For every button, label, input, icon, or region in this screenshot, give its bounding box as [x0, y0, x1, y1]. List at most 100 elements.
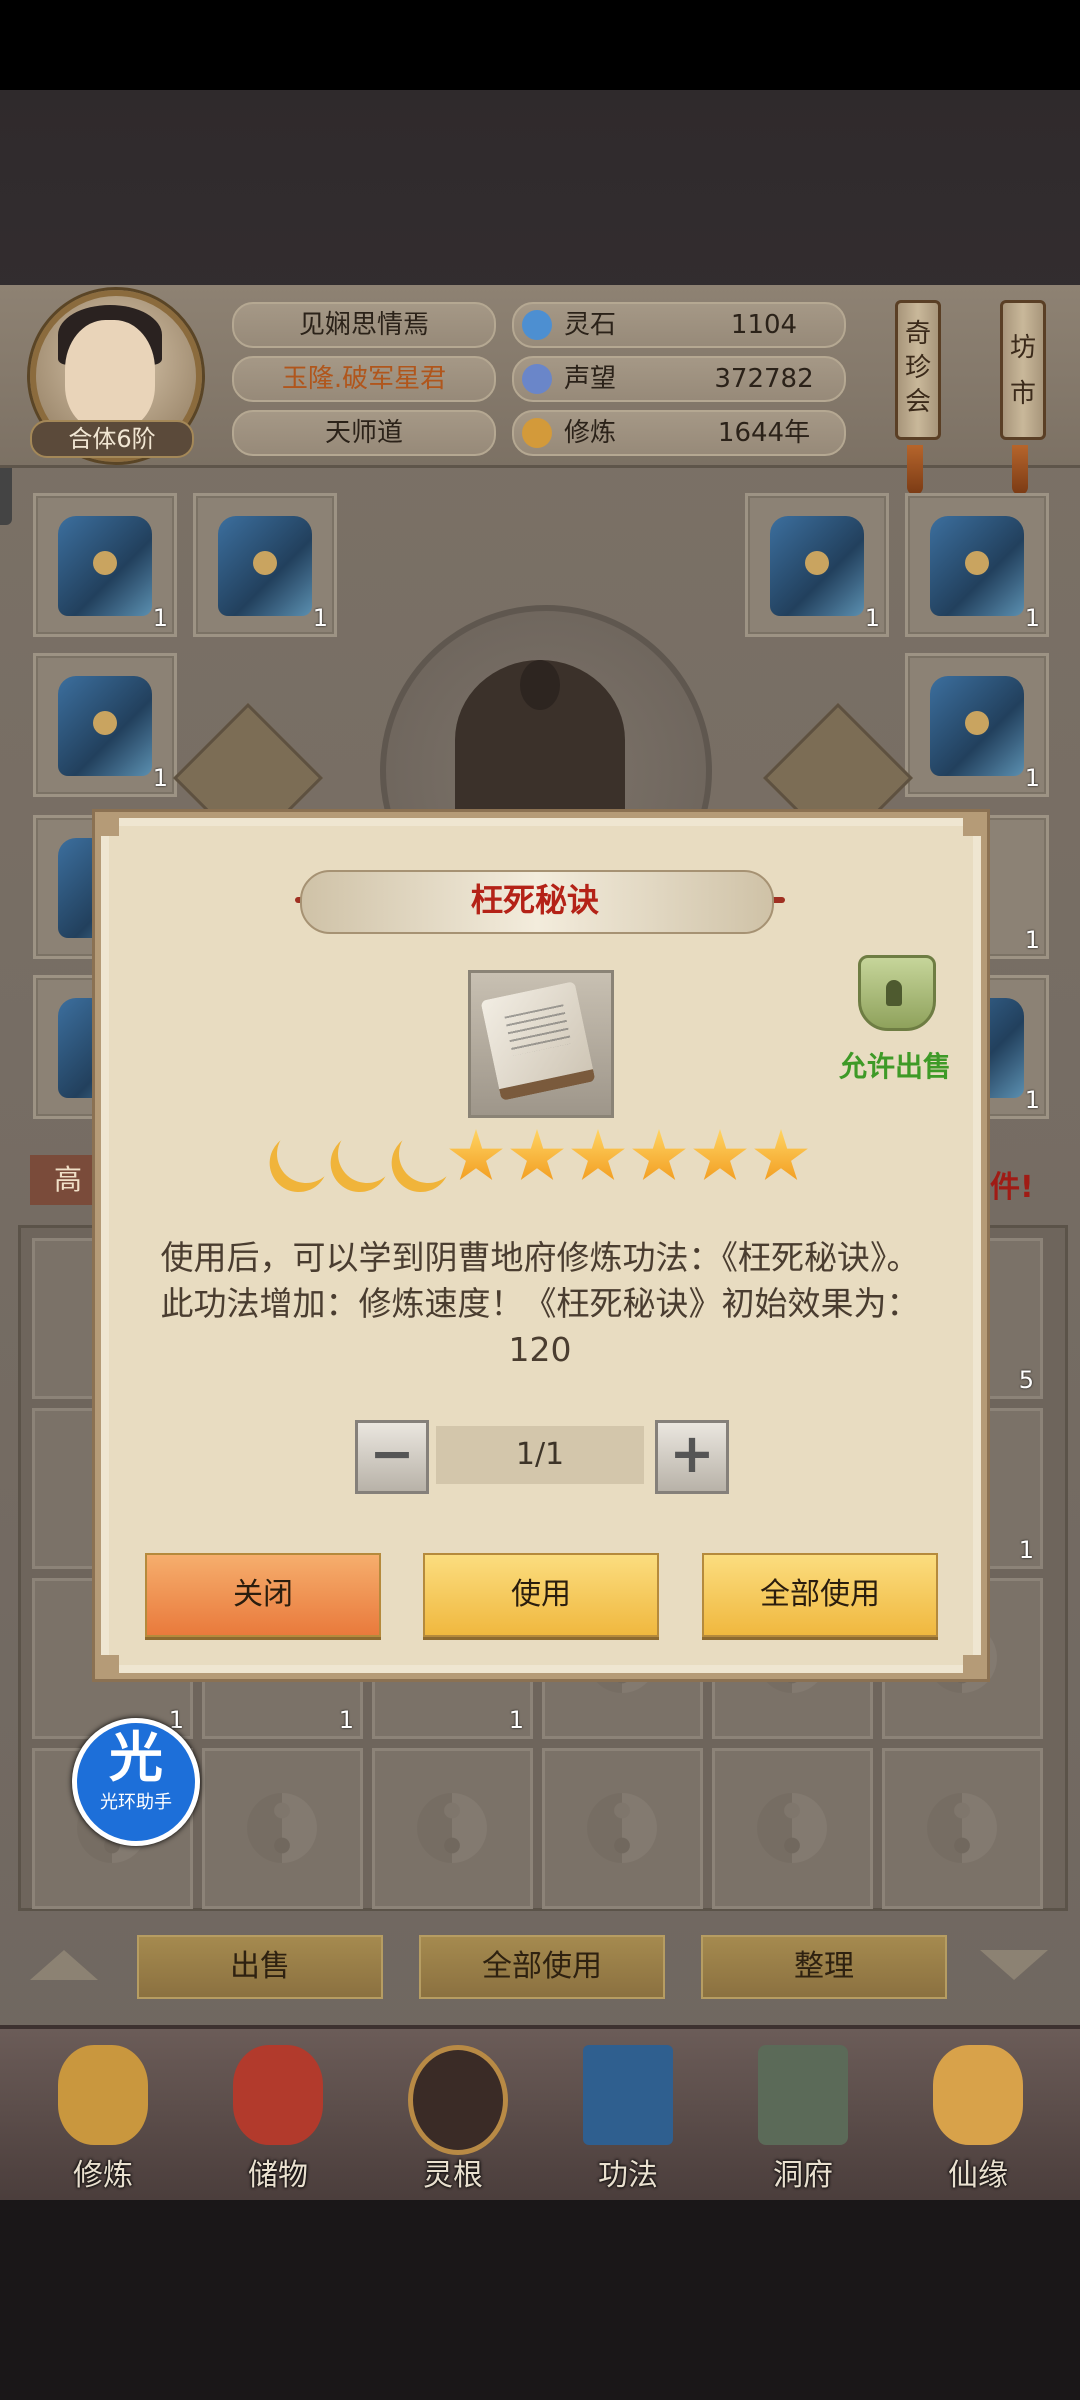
item-count: 1 — [312, 604, 328, 632]
nav-immortal-fate[interactable]: 仙缘 — [908, 2035, 1048, 2195]
equip-slot[interactable]: 1 — [193, 493, 337, 637]
close-button[interactable]: 关闭 — [145, 1553, 381, 1637]
inventory-slot-empty[interactable] — [202, 1748, 363, 1909]
keyhole — [886, 980, 902, 1006]
item-count: 1 — [508, 1706, 524, 1734]
market-scroll[interactable]: 坊市 — [1000, 300, 1046, 440]
stat-prestige: 声望 372782 — [512, 356, 846, 402]
corner-ornament — [963, 814, 985, 836]
item-count: 1 — [1024, 764, 1040, 792]
inventory-slot-empty[interactable] — [882, 1748, 1043, 1909]
meditation-icon — [522, 418, 552, 448]
immortal-fate-icon — [933, 2045, 1023, 2145]
nav-cave-dwelling[interactable]: 洞府 — [733, 2035, 873, 2195]
armor-icon — [930, 676, 1024, 776]
player-title: 玉隆.破军星君 — [232, 356, 496, 402]
nav-label: 灵根 — [423, 2158, 483, 2193]
tassel — [907, 445, 923, 495]
scroll-up-arrow-icon[interactable] — [30, 1950, 98, 1980]
item-count: 1 — [1024, 926, 1040, 954]
armor-icon — [58, 676, 152, 776]
item-count: 1 — [864, 604, 880, 632]
inventory-slot-empty[interactable] — [712, 1748, 873, 1909]
use-all-button[interactable]: 全部使用 — [702, 1553, 938, 1637]
bottom-black-band — [0, 2200, 1080, 2400]
cultivation-icon — [58, 2045, 148, 2145]
inventory-slot-empty[interactable] — [542, 1748, 703, 1909]
yin-yang-icon — [247, 1793, 317, 1863]
spirit-stone-icon — [522, 310, 552, 340]
increase-quantity-button[interactable]: + — [655, 1420, 729, 1494]
yin-yang-icon — [587, 1793, 657, 1863]
item-count: 5 — [1018, 1366, 1034, 1394]
corner-ornament — [97, 1655, 119, 1677]
equip-slot[interactable]: 1 — [33, 493, 177, 637]
avatar-face — [65, 320, 155, 430]
star-icon — [510, 1129, 564, 1180]
tassel — [1012, 445, 1028, 495]
equip-slot[interactable]: 1 — [33, 653, 177, 797]
use-button[interactable]: 使用 — [423, 1553, 659, 1637]
equip-slot[interactable]: 1 — [745, 493, 889, 637]
armor-icon — [930, 516, 1024, 616]
item-count: 1 — [1024, 604, 1040, 632]
helper-label: 光环助手 — [100, 1792, 172, 1813]
item-count: 1 — [1024, 1086, 1040, 1114]
item-count: 1 — [338, 1706, 354, 1734]
sort-button[interactable]: 整理 — [701, 1935, 947, 1999]
spirit-root-icon — [408, 2045, 508, 2155]
equip-slot[interactable]: 1 — [905, 493, 1049, 637]
star-icon — [571, 1129, 625, 1180]
helper-glyph: 光 — [109, 1726, 163, 1789]
player-sect: 天师道 — [232, 410, 496, 456]
yin-yang-icon — [757, 1793, 827, 1863]
item-count: 1 — [1018, 1536, 1034, 1564]
nav-label: 修炼 — [73, 2158, 133, 2193]
armor-icon — [770, 516, 864, 616]
item-count: 1 — [152, 764, 168, 792]
equip-slot[interactable]: 1 — [905, 653, 1049, 797]
item-count: 1 — [152, 604, 168, 632]
stat-value: 1104 — [730, 310, 798, 340]
nav-storage[interactable]: 储物 — [208, 2035, 348, 2195]
stat-label: 修炼 — [564, 418, 617, 448]
cave-dwelling-icon — [758, 2045, 848, 2145]
storage-bag-icon — [233, 2045, 323, 2145]
moon-icon — [391, 1117, 465, 1191]
stat-spirit-stone: 灵石 1104 — [512, 302, 846, 348]
corner-ornament — [97, 814, 119, 836]
quantity-display: 1/1 — [436, 1426, 644, 1484]
technique-book-icon — [583, 2045, 673, 2145]
sell-button[interactable]: 出售 — [137, 1935, 383, 1999]
moon-icon — [330, 1117, 404, 1191]
stat-label: 灵石 — [564, 310, 617, 340]
armor-icon — [58, 516, 152, 616]
use-all-inventory-button[interactable]: 全部使用 — [419, 1935, 665, 1999]
item-rating — [265, 1125, 815, 1195]
sale-allowed-label: 允许出售 — [838, 1050, 951, 1083]
character-silhouette-head — [520, 660, 560, 710]
stat-cultivation: 修炼 1644年 — [512, 410, 846, 456]
nav-technique[interactable]: 功法 — [558, 2035, 698, 2195]
realm-badge: 合体6阶 — [30, 420, 194, 458]
stat-value: 1644年 — [717, 418, 811, 448]
halo-assistant-button[interactable]: 光 光环助手 — [72, 1718, 200, 1846]
star-icon — [693, 1129, 747, 1180]
moon-icon — [269, 1117, 343, 1191]
decrease-quantity-button[interactable]: − — [355, 1420, 429, 1494]
stat-value: 372782 — [714, 364, 814, 394]
treasure-fair-scroll[interactable]: 奇珍会 — [895, 300, 941, 440]
prestige-icon — [522, 364, 552, 394]
player-name: 见娴思情焉 — [232, 302, 496, 348]
nav-label: 洞府 — [773, 2158, 833, 2193]
nav-spirit-root[interactable]: 灵根 — [383, 2035, 523, 2195]
inventory-slot-empty[interactable] — [372, 1748, 533, 1909]
top-black-band — [0, 0, 1080, 90]
scroll-down-arrow-icon[interactable] — [980, 1950, 1048, 1980]
item-description: 使用后，可以学到阴曹地府修炼功法：《枉死秘诀》。此功法增加：修炼速度！《枉死秘诀… — [160, 1238, 920, 1369]
nav-cultivation[interactable]: 修炼 — [33, 2035, 173, 2195]
nav-label: 仙缘 — [948, 2158, 1008, 2193]
nav-label: 功法 — [598, 2158, 658, 2193]
yin-yang-icon — [417, 1793, 487, 1863]
nav-label: 储物 — [248, 2158, 308, 2193]
